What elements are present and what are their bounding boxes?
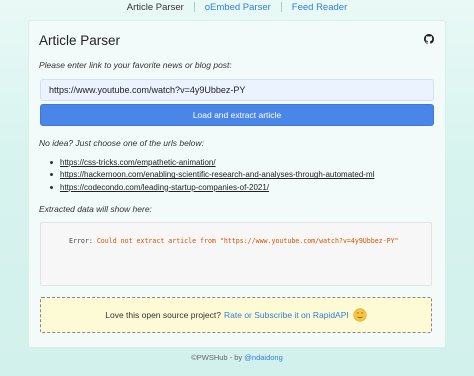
suggestion-link[interactable]: https://codecondo.com/leading-startup-co… xyxy=(60,183,269,192)
footer-by: - by xyxy=(229,353,243,362)
suggestion-list: https://css-tricks.com/empathetic-animat… xyxy=(50,156,374,194)
output-box: Error: Could not extract article from "h… xyxy=(40,222,432,286)
url-input[interactable]: https://www.youtube.com/watch?v=4y9Ubbez… xyxy=(40,79,434,101)
top-nav: Article Parser oEmbed Parser Feed Reader xyxy=(0,0,474,14)
error-message: Could not extract article from "https://… xyxy=(96,237,399,245)
error-label: Error: xyxy=(69,237,93,245)
rapidapi-link[interactable]: Rate or Subscribe it on RapidAPI xyxy=(224,310,349,320)
bullet xyxy=(50,160,53,164)
suggestions-intro: No idea? Just choose one of the urls bel… xyxy=(39,138,204,148)
list-item: https://codecondo.com/leading-startup-co… xyxy=(50,181,374,194)
footer: ©PWSHub - by @ndaidong xyxy=(0,353,474,362)
github-icon[interactable] xyxy=(424,34,434,44)
footer-brand: ©PWSHub xyxy=(191,353,228,362)
tab-article-parser[interactable]: Article Parser xyxy=(117,0,194,13)
support-banner: Love this open source project? Rate or S… xyxy=(40,297,432,333)
list-item: https://hackernoon.com/enabling-scientif… xyxy=(50,169,374,182)
error-output: Error: Could not extract article from "h… xyxy=(69,237,399,245)
bullet xyxy=(50,173,53,177)
output-label: Extracted data will show here: xyxy=(39,204,152,214)
load-extract-button[interactable]: Load and extract article xyxy=(40,104,434,126)
bullet xyxy=(50,185,53,189)
smiley-icon xyxy=(353,308,367,322)
tab-oembed-parser[interactable]: oEmbed Parser xyxy=(195,0,281,13)
suggestion-link[interactable]: https://hackernoon.com/enabling-scientif… xyxy=(60,170,374,179)
list-item: https://css-tricks.com/empathetic-animat… xyxy=(50,156,374,169)
page-title: Article Parser xyxy=(39,33,121,48)
support-text: Love this open source project? xyxy=(105,310,222,320)
suggestion-link[interactable]: https://css-tricks.com/empathetic-animat… xyxy=(60,158,216,167)
url-prompt: Please enter link to your favorite news … xyxy=(39,60,232,70)
tab-feed-reader[interactable]: Feed Reader xyxy=(282,0,357,13)
author-link[interactable]: @ndaidong xyxy=(244,353,282,362)
